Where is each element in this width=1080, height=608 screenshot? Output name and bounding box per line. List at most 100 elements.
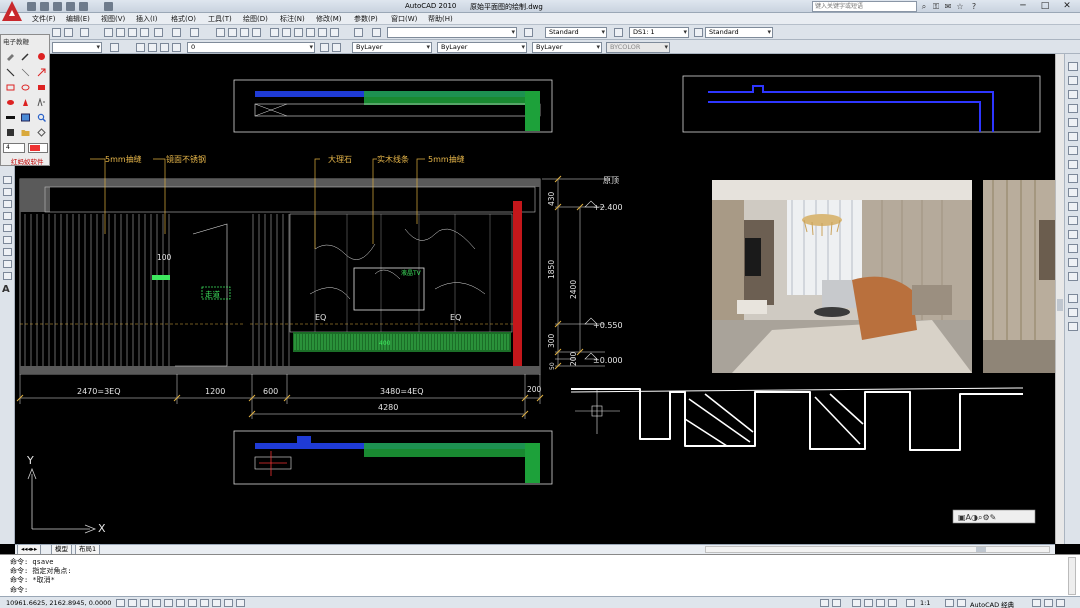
quick-view-layouts-icon[interactable] [832, 599, 841, 607]
array-icon[interactable] [1068, 118, 1078, 127]
zoom-realtime-icon[interactable] [228, 28, 237, 37]
polygon-icon[interactable] [3, 212, 12, 220]
eraser-icon[interactable] [6, 52, 15, 61]
showmotion-icon[interactable] [888, 599, 897, 607]
pen-icon[interactable] [21, 52, 30, 61]
circle-icon[interactable] [3, 248, 12, 256]
chamfer-icon[interactable] [1068, 244, 1078, 253]
layer-manager-icon[interactable] [110, 43, 119, 52]
plot-preview-icon[interactable] [52, 28, 61, 37]
trim-icon[interactable] [1068, 188, 1078, 197]
table-style-combo[interactable]: Standard [705, 27, 773, 38]
menu-modify[interactable]: 修改(M) [316, 14, 342, 24]
dim-style-combo[interactable]: DS1: 1 [629, 27, 689, 38]
auto-scale-icon[interactable] [957, 599, 966, 607]
filled-rect-icon[interactable] [37, 83, 46, 92]
menu-edit[interactable]: 编辑(E) [66, 14, 90, 24]
osnap-toggle[interactable] [176, 599, 185, 607]
publish-icon[interactable] [64, 28, 73, 37]
markup-icon[interactable] [318, 28, 327, 37]
ducs-toggle[interactable] [200, 599, 209, 607]
clean-screen-icon[interactable] [1056, 599, 1065, 607]
zoom-window-icon[interactable] [240, 28, 249, 37]
rectangle-tool-icon[interactable] [6, 83, 15, 92]
command-window[interactable]: 命令: qsave 命令: 指定对角点: 命令: *取消* 命令: [0, 554, 1080, 596]
redo-icon[interactable] [190, 28, 199, 37]
rectangle-icon[interactable] [3, 224, 12, 232]
menu-draw[interactable]: 绘图(D) [243, 14, 268, 24]
match-properties-icon[interactable] [140, 28, 149, 37]
rotate-icon[interactable] [1068, 146, 1078, 155]
break-icon[interactable] [1068, 216, 1078, 225]
stretch-icon[interactable] [1068, 174, 1078, 183]
maximize-button[interactable]: □ [1034, 0, 1056, 13]
filled-ellipse-icon[interactable] [6, 98, 15, 107]
line-icon[interactable] [3, 176, 12, 184]
properties-icon[interactable] [270, 28, 279, 37]
move-icon[interactable] [1068, 132, 1078, 141]
quick-properties-toggle[interactable] [236, 599, 245, 607]
table-style-icon[interactable] [694, 28, 703, 37]
magnifier-icon[interactable] [37, 113, 46, 122]
polyline-icon[interactable] [3, 200, 12, 208]
lightbulb-icon[interactable] [148, 43, 157, 52]
construction-line-icon[interactable] [3, 188, 12, 196]
design-center-icon[interactable] [282, 28, 291, 37]
menu-parametric[interactable]: 参数(P) [354, 14, 378, 24]
layer-state-icon[interactable] [136, 43, 145, 52]
layer-combo[interactable]: 0 [187, 42, 315, 53]
erase-icon[interactable] [1068, 62, 1078, 71]
hardware-acceleration-icon[interactable] [1044, 599, 1053, 607]
annotation-scale-icon[interactable] [906, 599, 915, 607]
block-editor-icon[interactable] [154, 28, 163, 37]
zoom-status-icon[interactable] [864, 599, 873, 607]
screenshot-icon[interactable] [21, 113, 30, 122]
pan-status-icon[interactable] [852, 599, 861, 607]
sheet-set-icon[interactable] [306, 28, 315, 37]
scale-icon[interactable] [1068, 160, 1078, 169]
text-style-icon[interactable] [372, 28, 381, 37]
horizontal-scrollbar[interactable] [705, 546, 1050, 553]
lock-icon[interactable] [172, 43, 181, 52]
model-space-icon[interactable] [820, 599, 829, 607]
3d-dwf-icon[interactable] [80, 28, 89, 37]
lineweight-toggle[interactable] [224, 599, 233, 607]
lineweight-combo[interactable]: ByLayer [532, 42, 602, 53]
annotation-visibility-icon[interactable] [945, 599, 954, 607]
layer-previous-icon[interactable] [332, 43, 341, 52]
explode-icon[interactable] [1068, 272, 1078, 281]
linetype-combo[interactable]: ByLayer [437, 42, 527, 53]
copy-icon[interactable] [116, 28, 125, 37]
autocad-logo-icon[interactable] [2, 1, 22, 21]
snap-endpoint-icon[interactable] [1068, 294, 1078, 303]
text-style-manager-icon[interactable] [524, 28, 533, 37]
polar-toggle[interactable] [164, 599, 173, 607]
hatch-icon[interactable] [3, 260, 12, 268]
snap-toggle[interactable] [128, 599, 137, 607]
make-current-icon[interactable] [320, 43, 329, 52]
menu-file[interactable]: 文件(F) [32, 14, 56, 24]
workspace-combo[interactable] [52, 42, 102, 53]
paste-icon[interactable] [128, 28, 137, 37]
line-tool-icon[interactable] [6, 68, 15, 77]
key-icon[interactable]: ⚿ [932, 2, 940, 11]
open-folder-icon[interactable] [21, 128, 30, 137]
undo-icon[interactable] [172, 28, 181, 37]
black-bar-icon[interactable] [6, 113, 15, 122]
cut-icon[interactable] [104, 28, 113, 37]
menu-insert[interactable]: 插入(I) [136, 14, 158, 24]
quickcalc-icon[interactable] [330, 28, 339, 37]
command-scrollbar[interactable] [1068, 557, 1076, 595]
thin-line-icon[interactable] [21, 68, 30, 77]
menu-dimension[interactable]: 标注(N) [280, 14, 305, 24]
menu-view[interactable]: 视图(V) [101, 14, 125, 24]
sun-icon[interactable] [160, 43, 169, 52]
snap-midpoint-icon[interactable] [1068, 308, 1078, 317]
pen-size-combo[interactable]: 4 [3, 143, 25, 153]
undo-icon[interactable] [66, 2, 75, 11]
mirror-icon[interactable] [1068, 90, 1078, 99]
menu-format[interactable]: 格式(O) [171, 14, 196, 24]
stamp-icon[interactable] [21, 98, 30, 107]
new-file-icon[interactable] [27, 2, 36, 11]
workspace-switcher[interactable]: AutoCAD 经典 [970, 599, 1014, 608]
